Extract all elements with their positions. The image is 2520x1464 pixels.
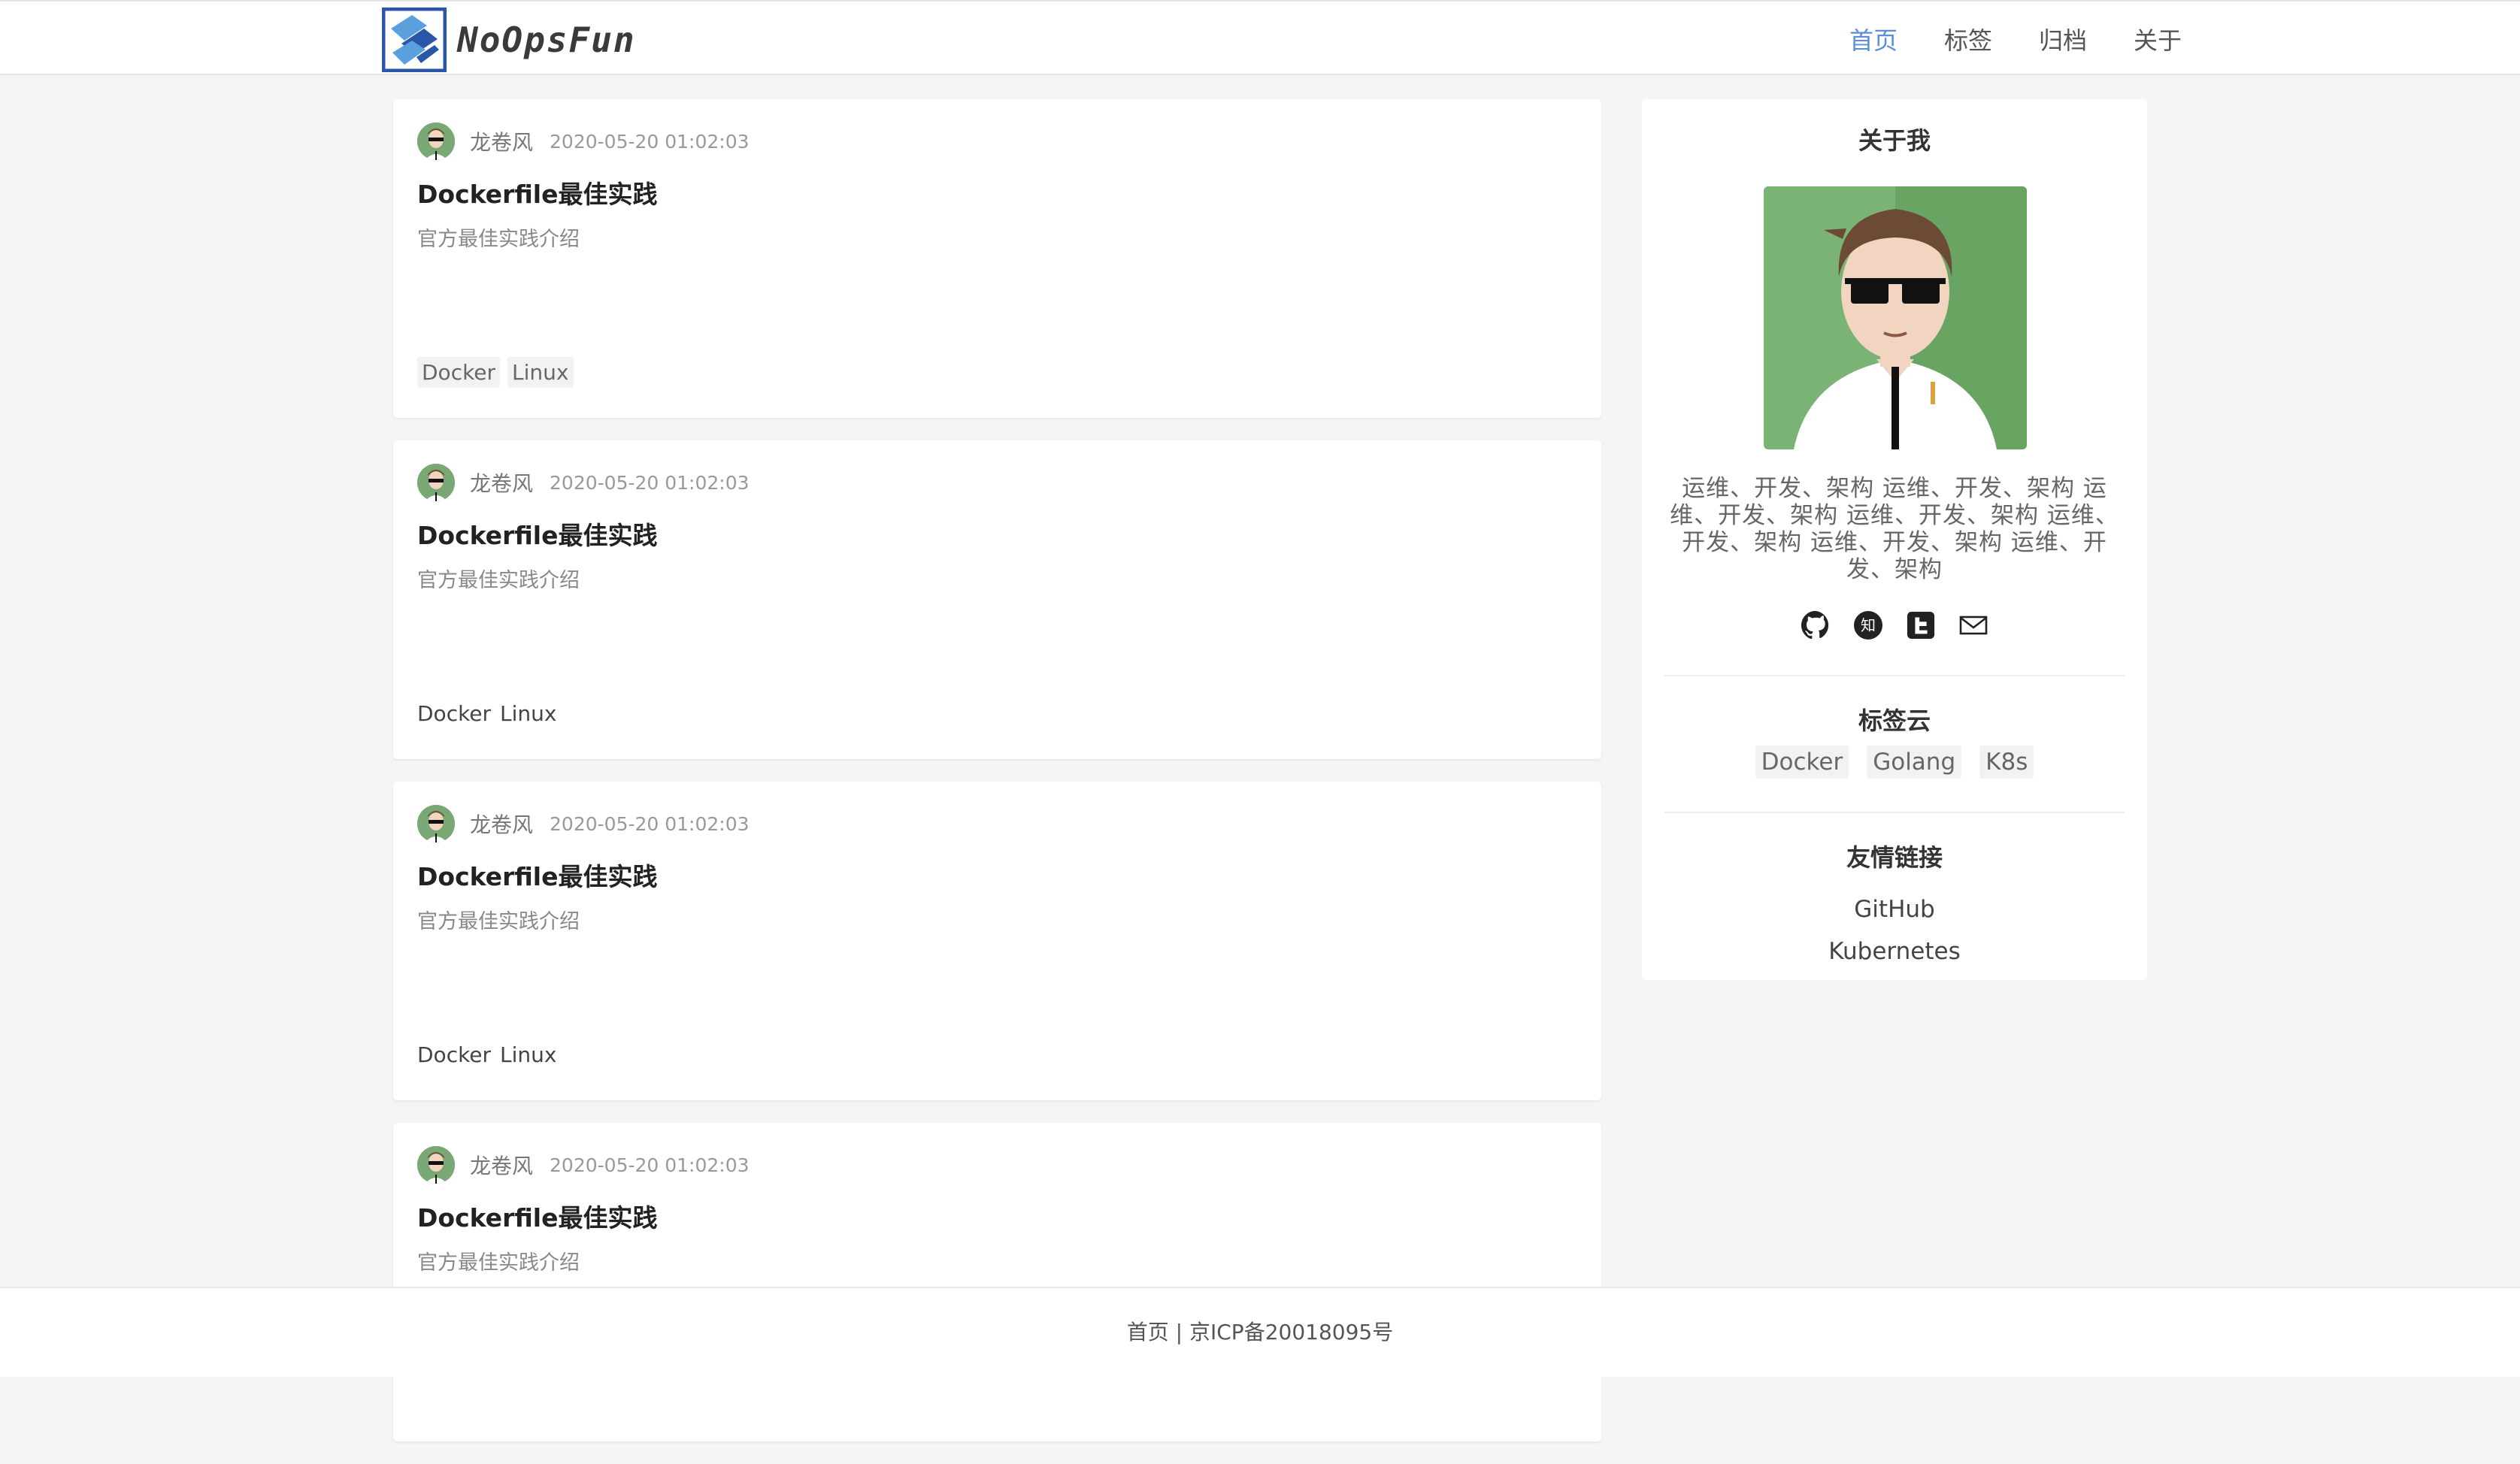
footer-text[interactable]: 首页 | 京ICP备20018095号 (1127, 1320, 1393, 1345)
post-card[interactable]: 龙卷风 2020-05-20 01:02:03 Dockerfile最佳实践 官… (393, 99, 1601, 418)
post-meta: 龙卷风 2020-05-20 01:02:03 (417, 122, 1577, 161)
profile-avatar (1764, 186, 2027, 449)
cloud-tag[interactable]: Golang (1867, 746, 1962, 779)
social-links: 知 (1642, 609, 2147, 642)
post-card[interactable]: 龙卷风 2020-05-20 01:02:03 Dockerfile最佳实践 官… (393, 782, 1601, 1100)
post-tag[interactable]: Linux (500, 698, 556, 729)
footer: 首页 | 京ICP备20018095号 (0, 1287, 2520, 1377)
post-date: 2020-05-20 01:02:03 (550, 812, 750, 835)
post-tag[interactable]: Linux (507, 357, 574, 388)
post-tags: Docker Linux (417, 1039, 566, 1070)
mail-icon[interactable] (1957, 609, 1990, 642)
site-logo[interactable]: NoOpsFun (382, 8, 636, 72)
nav-item-tags[interactable]: 标签 (1944, 22, 1992, 56)
post-meta: 龙卷风 2020-05-20 01:02:03 (417, 1145, 1577, 1184)
post-meta: 龙卷风 2020-05-20 01:02:03 (417, 463, 1577, 502)
author-avatar (417, 1146, 455, 1184)
top-navbar: NoOpsFun 首页 标签 归档 关于 (0, 0, 2520, 75)
toutiao-icon[interactable] (1904, 609, 1937, 642)
author-avatar (417, 805, 455, 842)
post-tag[interactable]: Linux (500, 1039, 556, 1070)
logo-icon (382, 8, 447, 72)
logo-text: NoOpsFun (457, 20, 636, 60)
post-summary: 官方最佳实践介绍 (417, 228, 580, 251)
tagcloud-heading: 标签云 (1858, 706, 1931, 735)
post-author[interactable]: 龙卷风 (470, 467, 533, 498)
post-summary: 官方最佳实践介绍 (417, 910, 580, 933)
nav-item-archive[interactable]: 归档 (2039, 22, 2087, 56)
post-author[interactable]: 龙卷风 (470, 126, 533, 156)
post-tag[interactable]: Docker (417, 698, 491, 729)
sidebar: 关于我 运维、开发、架构 运维、开发、架构 运维、开发、架构 运维、开发、架构 … (1642, 99, 2147, 980)
friend-link-kubernetes[interactable]: Kubernetes (1642, 930, 2147, 972)
post-date: 2020-05-20 01:02:03 (550, 130, 750, 153)
post-card[interactable]: 龙卷风 2020-05-20 01:02:03 Dockerfile最佳实践 官… (393, 440, 1601, 759)
about-heading: 关于我 (1858, 126, 1931, 155)
post-card[interactable]: 龙卷风 2020-05-20 01:02:03 Dockerfile最佳实践 官… (393, 1123, 1601, 1441)
post-title[interactable]: Dockerfile最佳实践 (417, 857, 1577, 893)
post-tag[interactable]: Docker (417, 1039, 491, 1070)
author-avatar (417, 123, 455, 160)
main-nav: 首页 标签 归档 关于 (1803, 2, 2182, 77)
post-list: 龙卷风 2020-05-20 01:02:03 Dockerfile最佳实践 官… (393, 99, 1601, 1464)
post-summary: 官方最佳实践介绍 (417, 1251, 580, 1275)
friend-links: GitHub Kubernetes (1642, 888, 2147, 972)
post-title[interactable]: Dockerfile最佳实践 (417, 516, 1577, 552)
divider (1664, 675, 2125, 676)
post-tag[interactable]: Docker (417, 357, 501, 388)
post-title[interactable]: Dockerfile最佳实践 (417, 1198, 1577, 1234)
nav-item-about[interactable]: 关于 (2134, 22, 2182, 56)
links-heading: 友情链接 (1846, 843, 1943, 872)
post-tags: Docker Linux (417, 357, 581, 388)
post-date: 2020-05-20 01:02:03 (550, 471, 750, 494)
divider (1664, 812, 2125, 813)
zhihu-icon[interactable]: 知 (1852, 609, 1885, 642)
post-author[interactable]: 龙卷风 (470, 809, 533, 839)
svg-text:知: 知 (1861, 616, 1876, 634)
friend-link-github[interactable]: GitHub (1642, 888, 2147, 930)
cloud-tag[interactable]: K8s (1979, 746, 2034, 779)
profile-bio: 运维、开发、架构 运维、开发、架构 运维、开发、架构 运维、开发、架构 运维、开… (1670, 475, 2119, 583)
post-author[interactable]: 龙卷风 (470, 1150, 533, 1180)
post-tags: Docker Linux (417, 698, 566, 729)
tag-cloud: Docker Golang K8s (1642, 746, 2147, 779)
post-title[interactable]: Dockerfile最佳实践 (417, 174, 1577, 210)
author-avatar (417, 464, 455, 501)
post-meta: 龙卷风 2020-05-20 01:02:03 (417, 804, 1577, 843)
post-date: 2020-05-20 01:02:03 (550, 1154, 750, 1176)
cloud-tag[interactable]: Docker (1755, 746, 1849, 779)
nav-item-home[interactable]: 首页 (1849, 22, 1898, 56)
post-summary: 官方最佳实践介绍 (417, 569, 580, 592)
github-icon[interactable] (1799, 609, 1832, 642)
